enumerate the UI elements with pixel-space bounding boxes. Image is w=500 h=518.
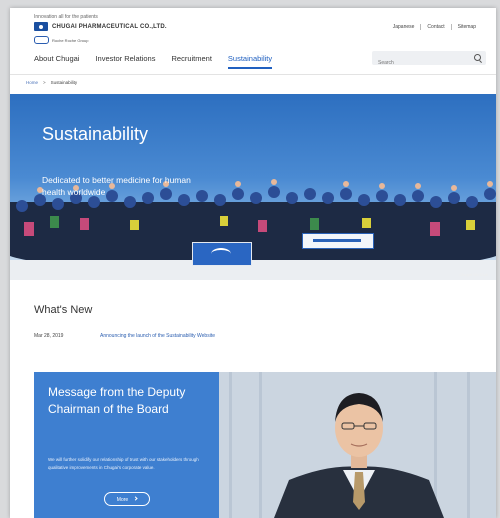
japanese-link[interactable]: Japanese <box>387 24 421 30</box>
photo-credit: Chugai Ski Club <box>459 272 488 277</box>
roche-group-label: Roche Roche Group <box>52 37 89 43</box>
breadcrumb-home[interactable]: Home <box>26 80 38 85</box>
nav-investor-relations[interactable]: Investor Relations <box>95 54 155 69</box>
more-button[interactable]: More <box>104 492 150 506</box>
search-box <box>372 51 486 70</box>
hero-subtitle: Dedicated to better medicine for human h… <box>42 175 191 197</box>
message-body: We will further solidify our relationshi… <box>48 457 199 470</box>
main-nav: About Chugai Investor Relations Recruitm… <box>34 54 288 69</box>
breadcrumb-current: Sustainability <box>50 80 78 85</box>
roche-logo-icon <box>34 36 49 44</box>
message-section: Message from the Deputy Chairman of the … <box>34 372 496 518</box>
browser-page: Innovation all for the patients CHUGAI P… <box>10 8 496 518</box>
nav-sustainability[interactable]: Sustainability <box>227 54 273 69</box>
company-logo[interactable]: CHUGAI PHARMACEUTICAL CO.,LTD. <box>34 22 167 31</box>
news-date: Mar 28, 2019 <box>34 333 64 339</box>
message-panel: Message from the Deputy Chairman of the … <box>34 372 219 518</box>
whats-new-heading: What's New <box>34 304 93 316</box>
nav-about-chugai[interactable]: About Chugai <box>34 54 79 69</box>
team-banner-sign <box>302 233 374 249</box>
tagline: Innovation all for the patients <box>34 14 98 20</box>
news-link[interactable]: Announcing the launch of the Sustainabil… <box>100 333 215 339</box>
message-title: Message from the Deputy Chairman of the … <box>48 385 186 416</box>
search-icon[interactable] <box>474 54 481 61</box>
hero-banner: Sustainability Dedicated to better medic… <box>10 94 496 280</box>
chugai-logo-icon <box>34 22 48 31</box>
roche-group-logo: Roche Roche Group <box>34 36 88 44</box>
deputy-chairman-photo <box>219 372 496 518</box>
snow-ground <box>10 260 496 280</box>
hero-title: Sustainability <box>42 124 149 144</box>
portrait-illustration <box>219 372 496 518</box>
more-label: More <box>116 497 129 503</box>
team-banner-flag <box>192 242 252 266</box>
contact-link[interactable]: Contact <box>420 24 450 30</box>
nav-recruitment[interactable]: Recruitment <box>171 54 211 69</box>
sitemap-link[interactable]: Sitemap <box>450 24 482 30</box>
utility-links: Japanese Contact Sitemap <box>387 24 482 30</box>
breadcrumb: Home > Sustainability <box>26 80 77 85</box>
search-input[interactable] <box>372 56 468 70</box>
header-divider <box>10 74 496 75</box>
chevron-right-icon <box>133 496 138 501</box>
company-name: CHUGAI PHARMACEUTICAL CO.,LTD. <box>52 23 167 30</box>
breadcrumb-separator: > <box>43 80 46 85</box>
